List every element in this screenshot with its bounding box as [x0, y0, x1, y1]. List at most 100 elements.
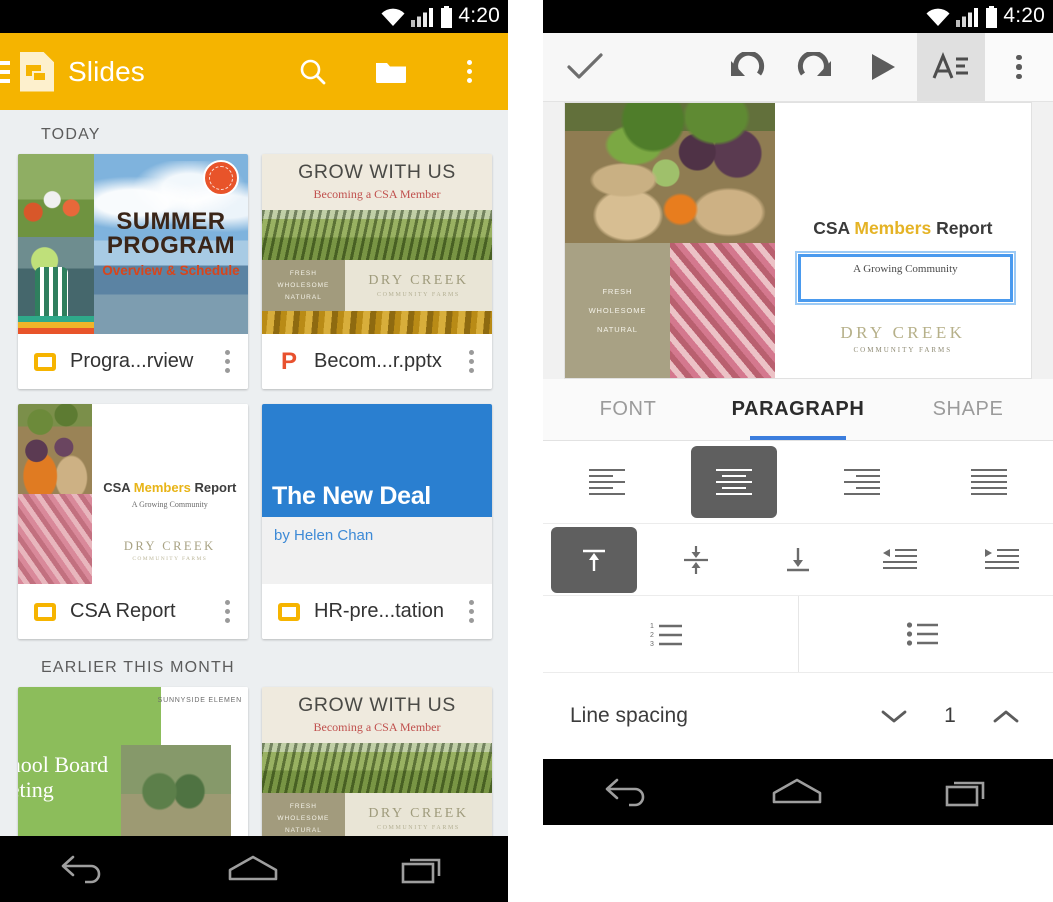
- hamburger-menu-icon[interactable]: [0, 60, 10, 83]
- brand-logo: DRY CREEK COMMUNITY FARMS: [124, 539, 216, 562]
- document-card[interactable]: chool Board eeting SUNNYSIDE ELEMEN: [18, 687, 248, 836]
- brand-name: DRY CREEK: [840, 322, 966, 342]
- decrease-indent-button[interactable]: [849, 524, 951, 594]
- left-phone-screen: 4:20 Slides TODAY SUMMER PROGRAM Overvie…: [0, 0, 508, 902]
- thumbnail-grow-with-us: GROW WITH US Becoming a CSA Member FRESH…: [262, 154, 492, 334]
- google-slides-file-icon: [32, 352, 58, 371]
- overflow-menu-icon[interactable]: [217, 594, 238, 629]
- slide-title: CSA Members Report: [813, 218, 993, 239]
- document-card[interactable]: CSA Members Report A Growing Community D…: [18, 404, 248, 639]
- svg-text:3: 3: [650, 641, 654, 647]
- selected-text-box[interactable]: A Growing Community: [794, 251, 1017, 306]
- align-middle-button[interactable]: [645, 524, 747, 594]
- editor-toolbar: [543, 33, 1053, 102]
- recent-apps-icon[interactable]: [399, 852, 449, 886]
- align-right-button[interactable]: [798, 441, 926, 523]
- card-title: Progra...rview: [70, 350, 194, 372]
- chevron-up-icon[interactable]: [991, 706, 1021, 726]
- app-bar-actions: [274, 33, 508, 110]
- back-arrow-icon[interactable]: [59, 852, 107, 886]
- google-slides-file-icon: [32, 602, 58, 621]
- app-bar: Slides: [0, 33, 508, 110]
- checkmark-icon[interactable]: [543, 33, 627, 101]
- tab-paragraph[interactable]: PARAGRAPH: [713, 379, 883, 441]
- slide-brand-logo: DRY CREEK COMMUNITY FARMS: [775, 323, 1031, 354]
- line-spacing-value: 1: [944, 704, 956, 728]
- signal-icon: [411, 7, 434, 27]
- home-icon[interactable]: [226, 852, 280, 886]
- line-spacing-row: Line spacing 1: [543, 673, 1053, 760]
- align-justify-icon: [971, 469, 1008, 496]
- search-icon[interactable]: [274, 33, 352, 110]
- thumb-header: SUNNYSIDE ELEMEN: [157, 697, 242, 704]
- document-list[interactable]: TODAY SUMMER PROGRAM Overview & Schedule…: [0, 110, 508, 836]
- thumb-subtitle: Becoming a CSA Member: [313, 187, 441, 202]
- chevron-down-icon[interactable]: [879, 706, 909, 726]
- tab-font[interactable]: FONT: [543, 379, 713, 441]
- section-label-earlier: EARLIER THIS MONTH: [41, 659, 235, 676]
- increase-indent-button[interactable]: [951, 524, 1053, 594]
- document-card[interactable]: SUMMER PROGRAM Overview & Schedule Progr…: [18, 154, 248, 389]
- document-card[interactable]: GROW WITH US Becoming a CSA Member FRESH…: [262, 154, 492, 389]
- align-left-icon: [588, 469, 625, 496]
- text-format-icon[interactable]: [917, 33, 985, 101]
- thumb-title: GROW WITH US: [298, 161, 456, 184]
- overflow-menu-icon[interactable]: [461, 594, 482, 629]
- align-center-button[interactable]: [671, 441, 799, 523]
- align-center-selected: [691, 446, 778, 519]
- document-card[interactable]: GROW WITH US Becoming a CSA Member FRESH…: [262, 687, 492, 836]
- card-row-today: SUMMER PROGRAM Overview & Schedule Progr…: [0, 154, 508, 389]
- brand-subtitle: COMMUNITY FARMS: [376, 824, 460, 831]
- slide-preview[interactable]: FRESH WHOLESOME NATURAL CSA Members Repo…: [564, 101, 1032, 379]
- brand-name: DRY CREEK: [368, 272, 469, 288]
- slide-canvas-area[interactable]: FRESH WHOLESOME NATURAL CSA Members Repo…: [543, 101, 1053, 379]
- align-bottom-button[interactable]: [747, 524, 849, 594]
- thumb-byline: by Helen Chan: [274, 527, 374, 545]
- thumbnail-grow-with-us: GROW WITH US Becoming a CSA Member FRESH…: [262, 687, 492, 836]
- card-title: Becom...r.pptx: [314, 350, 442, 372]
- battery-icon: [441, 5, 453, 28]
- thumb-title: chool Board eeting: [18, 751, 109, 802]
- line-spacing-controls: 1: [879, 704, 1021, 728]
- thumb-title: SUMMER PROGRAM: [106, 207, 235, 259]
- home-icon[interactable]: [770, 775, 824, 809]
- align-top-button[interactable]: [543, 524, 645, 594]
- tagline-block: FRESH WHOLESOME NATURAL: [565, 243, 670, 378]
- beans-photo: [669, 243, 775, 378]
- powerpoint-file-icon: P: [280, 347, 297, 375]
- battery-icon: [986, 5, 998, 28]
- brand-subtitle: COMMUNITY FARMS: [132, 556, 208, 562]
- thumb-title: CSA Members Report: [103, 479, 237, 495]
- numbered-list-button[interactable]: 1 2 3: [543, 596, 798, 673]
- recent-apps-icon[interactable]: [943, 775, 993, 809]
- overflow-menu-icon[interactable]: [461, 344, 482, 379]
- folder-icon[interactable]: [352, 33, 430, 110]
- align-center-icon: [716, 469, 753, 496]
- overflow-menu-icon[interactable]: [217, 344, 238, 379]
- card-row-second: CSA Members Report A Growing Community D…: [0, 404, 508, 639]
- document-card[interactable]: The New Deal by Helen Chan HR-pre...tati…: [262, 404, 492, 639]
- brand-name: DRY CREEK: [123, 539, 216, 553]
- align-justify-button[interactable]: [926, 441, 1053, 523]
- thumbnail-csa-report: CSA Members Report A Growing Community D…: [18, 404, 248, 584]
- tab-shape[interactable]: SHAPE: [883, 379, 1053, 441]
- play-present-icon[interactable]: [849, 33, 917, 101]
- overflow-menu-icon[interactable]: [985, 33, 1053, 101]
- list-row: 1 2 3: [543, 595, 1053, 674]
- wifi-icon: [381, 8, 405, 26]
- thumb-subtitle: Overview & Schedule: [102, 263, 240, 279]
- vertical-align-indent-row: [543, 524, 1053, 596]
- overflow-menu-icon[interactable]: [430, 33, 508, 110]
- back-arrow-icon[interactable]: [603, 775, 651, 809]
- line-spacing-label: Line spacing: [570, 704, 688, 728]
- right-phone-screen: 4:20 FRESH WHOLESOME NATURAL CSA Members…: [543, 0, 1053, 902]
- undo-icon[interactable]: [713, 33, 781, 101]
- redo-icon[interactable]: [781, 33, 849, 101]
- tagline-1: FRESH: [289, 269, 317, 277]
- tagline-3: NATURAL: [597, 324, 638, 334]
- thumbnail-summer-program: SUMMER PROGRAM Overview & Schedule: [18, 154, 248, 334]
- align-left-button[interactable]: [543, 441, 671, 523]
- bulleted-list-button[interactable]: [799, 596, 1053, 673]
- status-bar-right: 4:20: [543, 0, 1053, 33]
